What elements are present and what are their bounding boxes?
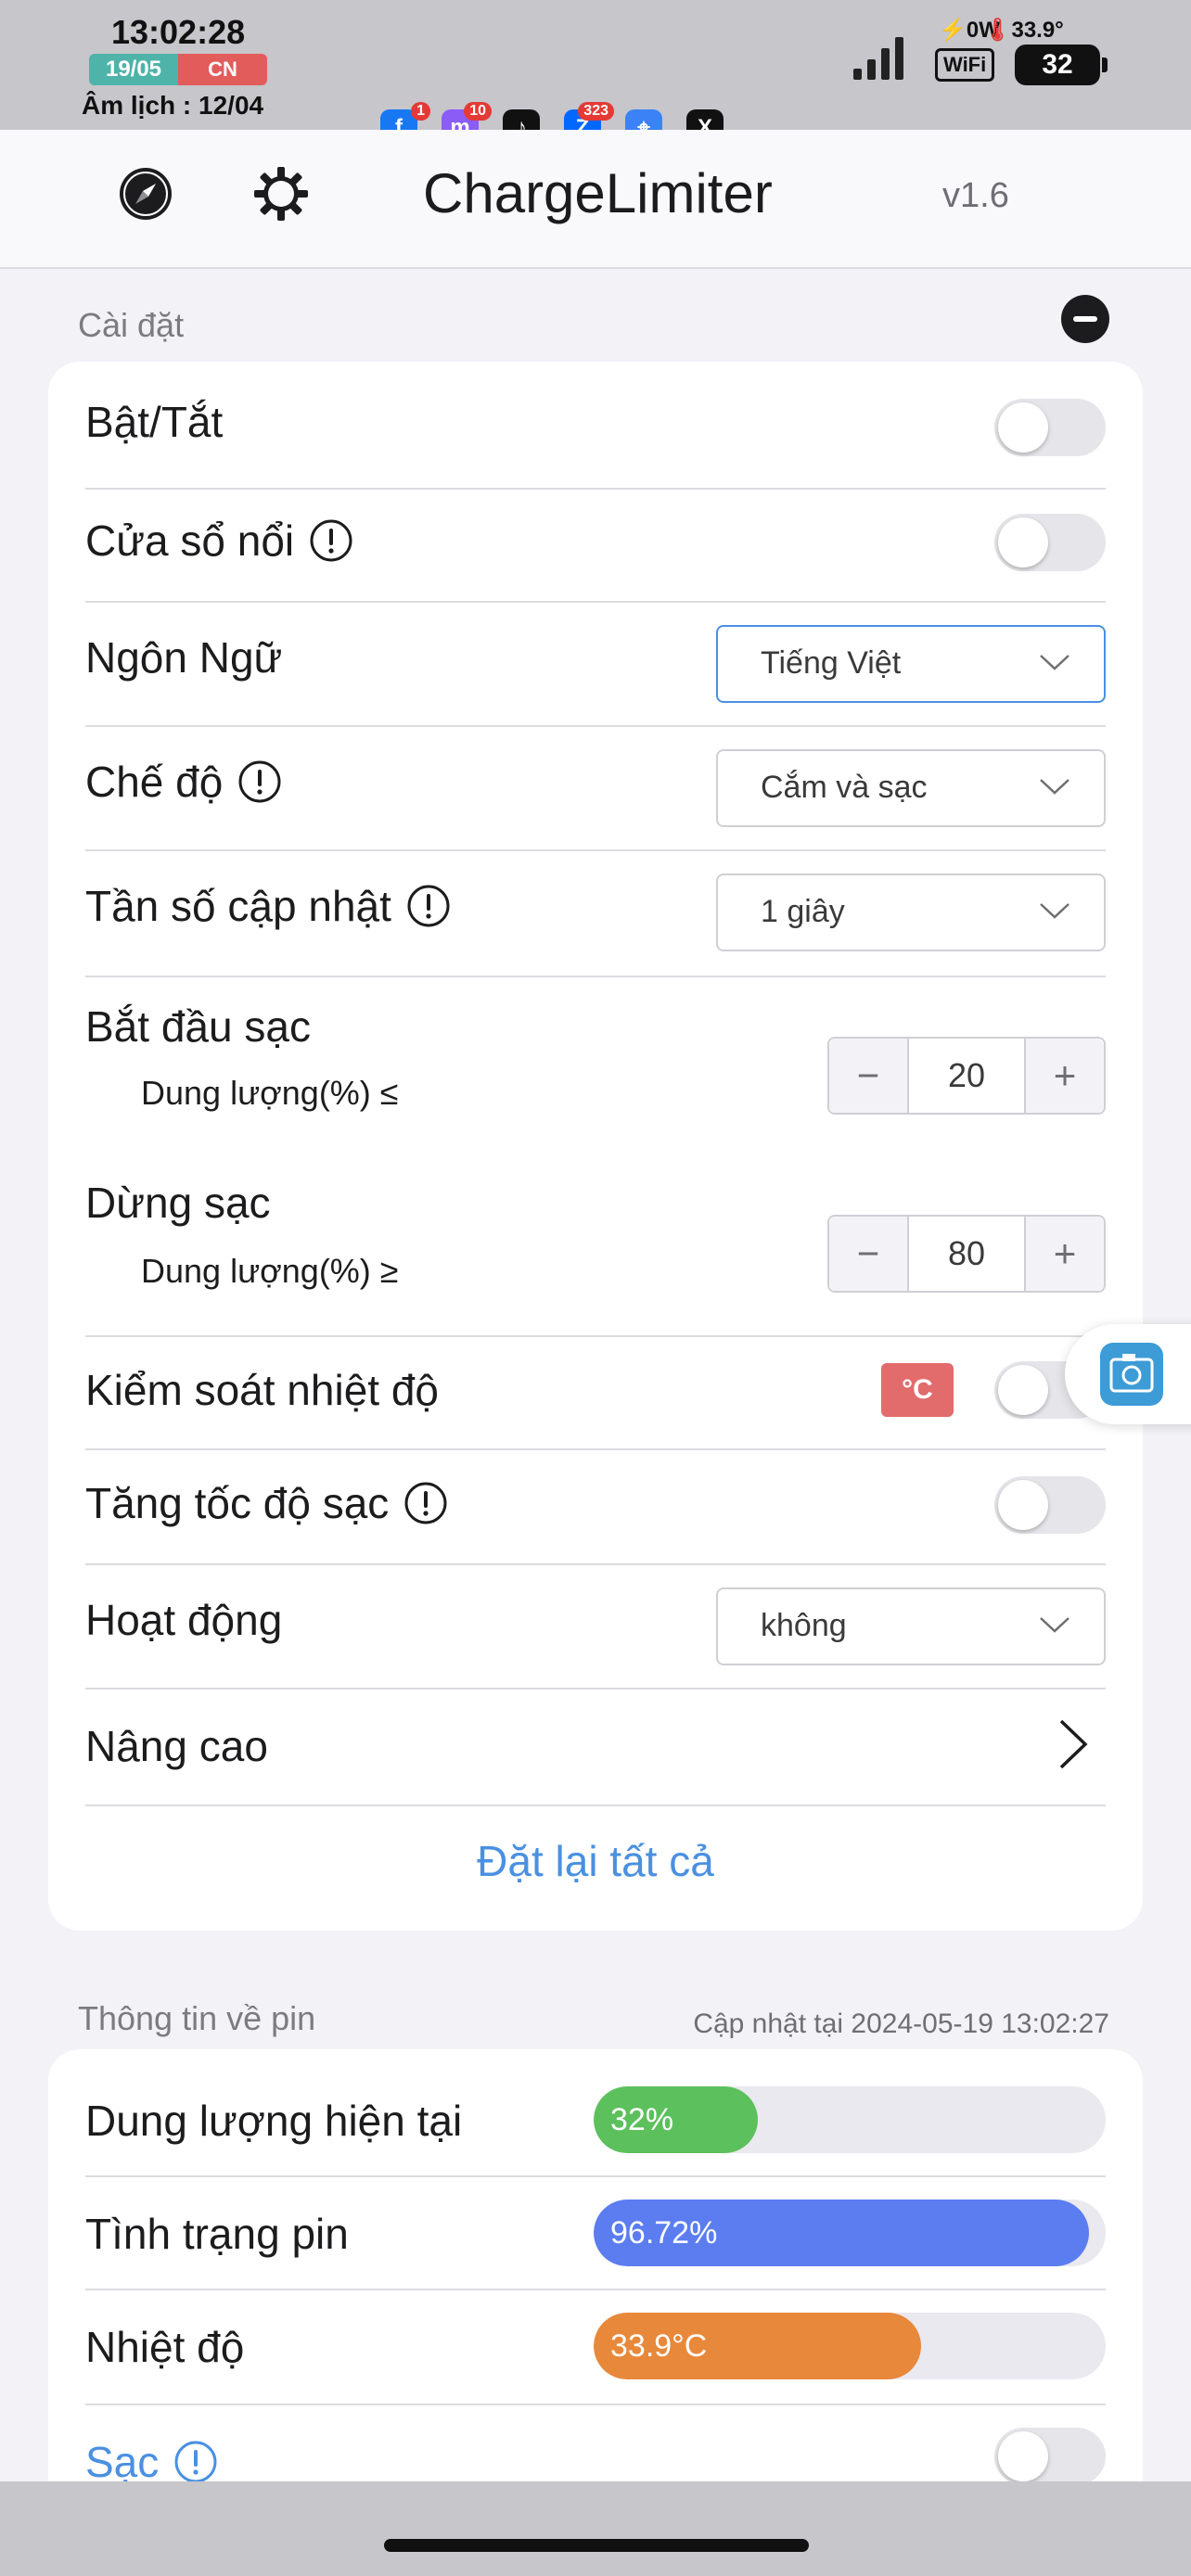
start-increment-button[interactable]: + xyxy=(1024,1039,1104,1113)
notification-badge: 10 xyxy=(464,102,492,121)
capacity-bar: 32% xyxy=(594,2086,1106,2153)
cellular-signal-icon xyxy=(853,35,903,80)
stop-charge-sublabel: Dung lượng(%) ≥ xyxy=(141,1252,399,1290)
action-label: Hoạt động xyxy=(85,1596,283,1644)
language-value: Tiếng Việt xyxy=(761,645,902,681)
start-decrement-button[interactable]: − xyxy=(829,1039,909,1113)
last-updated: Cập nhật tại 2024-05-19 13:02:27 xyxy=(693,2009,1109,2039)
info-icon[interactable] xyxy=(173,2440,218,2484)
battery-info-section-label: Thông tin về pin xyxy=(78,1999,316,2037)
frequency-label: Tần số cập nhật xyxy=(85,882,391,930)
temperature-control-label: Kiểm soát nhiệt độ xyxy=(85,1366,440,1414)
row-language: Ngôn Ngữ Tiếng Việt xyxy=(85,601,1106,727)
stop-charge-label: Dừng sạc xyxy=(85,1179,271,1227)
home-indicator[interactable] xyxy=(384,2539,809,2552)
health-label: Tình trạng pin xyxy=(85,2210,349,2258)
stop-charge-value[interactable]: 80 xyxy=(909,1217,1024,1291)
day-badge: CN xyxy=(178,54,267,85)
compass-icon[interactable] xyxy=(115,163,176,224)
temperature-bar-fill: 33.9°C xyxy=(594,2313,922,2379)
reset-all-button[interactable]: Đặt lại tất cả xyxy=(48,1836,1143,1886)
frequency-value: 1 giây xyxy=(761,894,845,929)
notification-badge: 323 xyxy=(578,102,614,121)
info-icon[interactable] xyxy=(406,884,451,928)
row-advanced[interactable]: Nâng cao xyxy=(85,1688,1106,1806)
mode-value: Cắm và sạc xyxy=(761,770,928,805)
row-action: Hoạt động không xyxy=(85,1563,1106,1690)
status-bar: 13:02:28 19/05 CN Âm lịch : 12/04 ⚡0W 🌡3… xyxy=(0,0,1191,147)
temperature-label: Nhiệt độ xyxy=(85,2323,245,2371)
row-charge-thresholds: Bắt đầu sạc Dung lượng(%) ≤ − 20 + Dừng … xyxy=(85,976,1106,1337)
floating-window-label: Cửa sổ nổi xyxy=(85,516,295,565)
nav-bar: ChargeLimiter v1.6 xyxy=(0,130,1191,269)
info-icon[interactable] xyxy=(403,1481,448,1525)
start-charge-value[interactable]: 20 xyxy=(909,1039,1024,1113)
row-enable: Bật/Tắt xyxy=(85,362,1106,490)
temperature-reading: 33.9° xyxy=(1011,18,1064,43)
gear-icon[interactable] xyxy=(250,163,312,224)
row-boost-charging: Tăng tốc độ sạc xyxy=(85,1448,1106,1565)
app-title: ChargeLimiter xyxy=(423,162,773,224)
advanced-label: Nâng cao xyxy=(85,1722,268,1770)
start-charge-sublabel: Dung lượng(%) ≤ xyxy=(141,1074,399,1112)
info-icon[interactable] xyxy=(237,759,282,804)
charging-toggle[interactable] xyxy=(994,2428,1106,2485)
stop-decrement-button[interactable]: − xyxy=(829,1217,909,1291)
app-version: v1.6 xyxy=(942,176,1009,215)
language-select[interactable]: Tiếng Việt xyxy=(716,625,1106,703)
charging-label: Sạc xyxy=(85,2438,160,2486)
date-badge: 19/05 xyxy=(89,54,178,85)
settings-card: Bật/Tắt Cửa sổ nổi Ngôn Ngữ Tiếng Việt C… xyxy=(48,362,1143,1931)
row-mode: Chế độ Cắm và sạc xyxy=(85,725,1106,851)
battery-info-card: Dung lượng hiện tại 32% Tình trạng pin 9… xyxy=(48,2049,1143,2531)
start-charge-stepper: − 20 + xyxy=(827,1037,1106,1115)
row-health: Tình trạng pin 96.72% xyxy=(85,2175,1106,2290)
photo-capture-icon xyxy=(1100,1343,1163,1406)
action-select[interactable]: không xyxy=(716,1588,1106,1665)
enable-label: Bật/Tắt xyxy=(85,398,224,446)
stop-charge-stepper: − 80 + xyxy=(827,1215,1106,1293)
settings-section-label: Cài đặt xyxy=(78,306,185,344)
thermometer-icon: 🌡 xyxy=(983,18,1012,43)
mode-label: Chế độ xyxy=(85,758,224,806)
battery-tip xyxy=(1102,57,1108,72)
row-temperature-control: Kiểm soát nhiệt độ °C xyxy=(85,1335,1106,1450)
lunar-date: Âm lịch : 12/04 xyxy=(82,91,264,120)
mode-select[interactable]: Cắm và sạc xyxy=(716,749,1106,827)
enable-toggle[interactable] xyxy=(994,399,1106,456)
row-update-frequency: Tần số cập nhật 1 giây xyxy=(85,849,1106,977)
capacity-bar-fill: 32% xyxy=(594,2086,758,2153)
wifi-icon: WiFi xyxy=(935,48,995,82)
language-label: Ngôn Ngữ xyxy=(85,633,283,682)
chevron-down-icon xyxy=(1040,1617,1069,1633)
boost-charging-label: Tăng tốc độ sạc xyxy=(85,1479,390,1527)
chevron-down-icon xyxy=(1040,655,1069,670)
status-time: 13:02:28 xyxy=(111,13,246,51)
frequency-select[interactable]: 1 giây xyxy=(716,874,1106,951)
chevron-right-icon xyxy=(1059,1719,1088,1769)
capacity-label: Dung lượng hiện tại xyxy=(85,2097,463,2145)
chevron-down-icon xyxy=(1040,779,1069,795)
bolt-icon: ⚡ xyxy=(939,18,967,43)
row-floating-window: Cửa sổ nổi xyxy=(85,488,1106,603)
floating-screenshot-button[interactable] xyxy=(1065,1324,1191,1424)
health-bar: 96.72% xyxy=(594,2200,1106,2266)
collapse-icon[interactable] xyxy=(1061,295,1109,343)
start-charge-label: Bắt đầu sạc xyxy=(85,1002,311,1051)
row-temperature: Nhiệt độ 33.9°C xyxy=(85,2289,1106,2405)
temperature-bar: 33.9°C xyxy=(594,2313,1106,2379)
battery-icon: 32 xyxy=(1015,45,1100,85)
stop-increment-button[interactable]: + xyxy=(1024,1217,1104,1291)
chevron-down-icon xyxy=(1040,903,1069,919)
celsius-badge[interactable]: °C xyxy=(881,1363,954,1417)
health-bar-fill: 96.72% xyxy=(594,2200,1089,2266)
home-indicator-area xyxy=(0,2481,1191,2576)
floating-window-toggle[interactable] xyxy=(994,514,1106,571)
info-icon[interactable] xyxy=(309,518,353,563)
boost-charging-toggle[interactable] xyxy=(994,1476,1106,1534)
notification-badge: 1 xyxy=(411,102,430,121)
action-value: không xyxy=(761,1608,847,1643)
row-capacity: Dung lượng hiện tại 32% xyxy=(85,2049,1106,2177)
